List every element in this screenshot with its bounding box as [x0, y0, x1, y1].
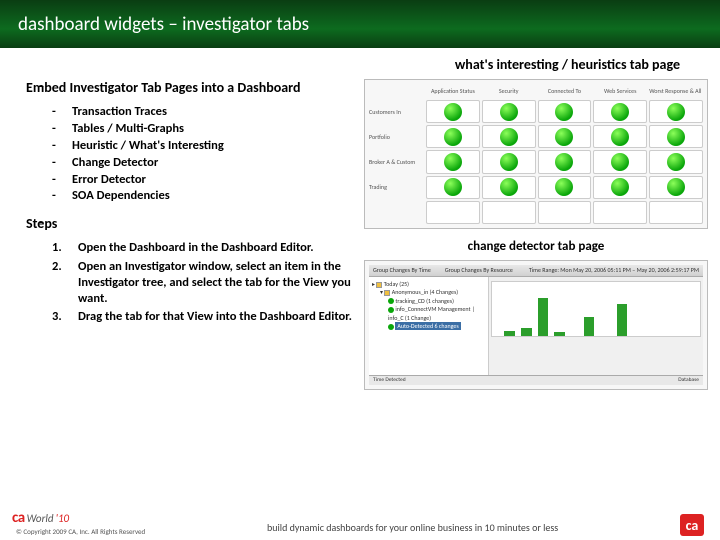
selected-node: Auto-Detected 6 changes	[395, 322, 460, 330]
status-dot-icon	[667, 153, 685, 171]
change-detector-screenshot: Group Changes By Time Group Changes By R…	[364, 260, 708, 390]
col-head: Worst Response & All HTTP Avg	[649, 87, 703, 95]
status-dot-icon	[500, 128, 518, 146]
status-dot-icon	[500, 153, 518, 171]
list-item: Tables / Multi-Graphs	[52, 121, 356, 138]
folder-icon	[376, 282, 382, 288]
status-dot-icon	[667, 103, 685, 121]
footer-left: ca World '10 © Copyright 2009 CA, Inc. A…	[12, 509, 145, 536]
caworld-logo: ca World '10	[12, 509, 145, 527]
row-head: Portfolio	[369, 133, 424, 141]
slide-footer: ca World '10 © Copyright 2009 CA, Inc. A…	[0, 510, 720, 536]
status-dot-icon	[444, 178, 462, 196]
step-item: 1.Open the Dashboard in the Dashboard Ed…	[52, 240, 356, 256]
status-dot-icon	[611, 128, 629, 146]
tab[interactable]: Group Changes By Resource	[445, 266, 513, 275]
status-dot-icon	[500, 103, 518, 121]
ca-logo-icon: ca	[680, 514, 704, 536]
dash-bullet: –	[38, 79, 44, 94]
tree-node[interactable]: tracking_CD (1 changes)	[372, 297, 485, 305]
subhead-label: what's interesting / heuristics tab page	[0, 48, 720, 79]
status-dot-icon	[611, 103, 629, 121]
footer-tagline: build dynamic dashboards for your online…	[267, 521, 558, 536]
row-head: Broker A & Custom	[369, 158, 424, 166]
right-column: Application Status Security Connected To…	[364, 79, 708, 390]
status-dot-icon	[611, 178, 629, 196]
tab[interactable]: Group Changes By Time	[373, 266, 431, 275]
dash-bullet: –	[38, 215, 44, 230]
status-dot-icon	[667, 128, 685, 146]
folder-icon	[384, 290, 390, 296]
status-dot-icon	[444, 153, 462, 171]
status-dot-icon	[555, 103, 573, 121]
tree-node[interactable]: ▸ Today (25)	[372, 280, 485, 288]
status-dot-icon	[667, 178, 685, 196]
list-item: Heuristic / What's Interesting	[52, 138, 356, 155]
section-steps: – Steps 1.Open the Dashboard in the Dash…	[26, 215, 356, 325]
row-head: Trading	[369, 183, 424, 191]
time-range-label: Time Range: Mon May 20, 2006 05:11 PM – …	[529, 266, 699, 275]
list-item: SOA Dependencies	[52, 188, 356, 205]
feature-list: Transaction Traces Tables / Multi-Graphs…	[52, 104, 356, 205]
status-dot-icon	[555, 178, 573, 196]
status-bar: Time Detected Database	[369, 375, 703, 385]
logo-world-text: World	[27, 512, 54, 525]
step-text: Drag the tab for that View into the Dash…	[78, 309, 352, 324]
col-head: Web Services	[593, 87, 647, 95]
status-dot-icon	[444, 103, 462, 121]
status-dot-icon	[388, 307, 394, 313]
tab-bar: Group Changes By Time Group Changes By R…	[369, 265, 703, 277]
section-heading-1: Embed Investigator Tab Pages into a Dash…	[40, 79, 356, 96]
status-dot-icon	[500, 178, 518, 196]
row-head: Customers In	[369, 108, 424, 116]
status-left: Time Detected	[373, 377, 406, 384]
status-dot-icon	[611, 153, 629, 171]
content-columns: – Embed Investigator Tab Pages into a Da…	[0, 79, 720, 390]
step-text: Open an Investigator window, select an i…	[78, 259, 351, 307]
status-dot-icon	[388, 324, 394, 330]
section-heading-2: Steps	[40, 215, 356, 232]
caption-change-detector: change detector tab page	[364, 239, 708, 254]
col-head: Connected To	[538, 87, 592, 95]
steps-list: 1.Open the Dashboard in the Dashboard Ed…	[52, 240, 356, 325]
step-text: Open the Dashboard in the Dashboard Edit…	[78, 240, 314, 255]
status-dot-icon	[388, 298, 394, 304]
left-column: – Embed Investigator Tab Pages into a Da…	[26, 79, 356, 390]
logo-year-text: '10	[56, 512, 70, 525]
tree-node[interactable]: ▾ Anonymous_in (4 Changes)	[372, 288, 485, 296]
col-head: Security	[482, 87, 536, 95]
slide-title: dashboard widgets – investigator tabs	[0, 0, 720, 48]
status-grid: Application Status Security Connected To…	[369, 84, 703, 224]
col-head: Application Status	[426, 87, 480, 95]
copyright: © Copyright 2009 CA, Inc. All Rights Res…	[16, 527, 145, 536]
status-dot-icon	[444, 128, 462, 146]
tree-node[interactable]: info_ConnectVM Management | info_C (1 Ch…	[372, 305, 485, 322]
section-embed: – Embed Investigator Tab Pages into a Da…	[26, 79, 356, 205]
list-item: Change Detector	[52, 155, 356, 172]
tree-node[interactable]: Auto-Detected 6 changes	[372, 322, 485, 330]
step-item: 2.Open an Investigator window, select an…	[52, 259, 356, 308]
heuristics-screenshot: Application Status Security Connected To…	[364, 79, 708, 229]
status-dot-icon	[555, 153, 573, 171]
status-dot-icon	[555, 128, 573, 146]
step-item: 3.Drag the tab for that View into the Da…	[52, 309, 356, 325]
list-item: Transaction Traces	[52, 104, 356, 121]
detail-panel	[489, 277, 703, 375]
change-chart	[491, 281, 701, 337]
investigator-tree[interactable]: ▸ Today (25) ▾ Anonymous_in (4 Changes) …	[369, 277, 489, 375]
logo-ca-text: ca	[12, 509, 25, 527]
status-right: Database	[678, 377, 699, 384]
list-item: Error Detector	[52, 172, 356, 189]
